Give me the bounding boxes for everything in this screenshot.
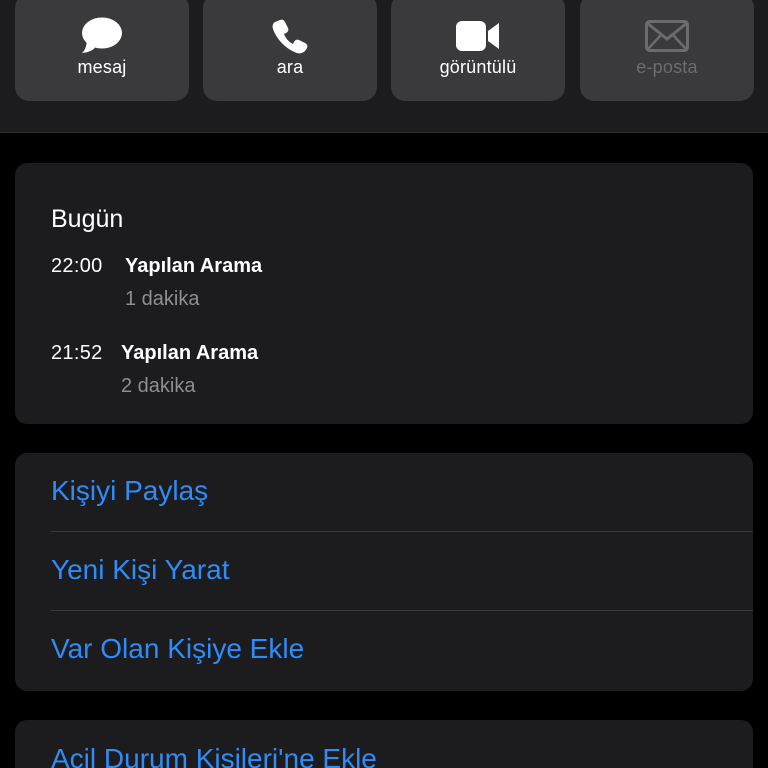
- phone-icon: [268, 16, 312, 56]
- call-history-card: Bugün 22:00 Yapılan Arama 1 dakika 21:52…: [15, 163, 753, 424]
- email-button[interactable]: e-posta: [580, 0, 754, 101]
- call-duration: 1 dakika: [125, 288, 200, 310]
- history-date-title: Bugün: [51, 205, 124, 233]
- add-to-emergency-contacts-label: Acil Durum Kişileri'ne Ekle: [51, 743, 377, 768]
- add-to-existing-contact-label: Var Olan Kişiye Ekle: [51, 633, 305, 664]
- call-time: 22:00: [51, 255, 103, 277]
- message-button[interactable]: mesaj: [15, 0, 189, 101]
- call-button[interactable]: ara: [203, 0, 377, 101]
- emergency-contacts-card[interactable]: Acil Durum Kişileri'ne Ekle: [15, 720, 753, 768]
- call-type: Yapılan Arama: [121, 342, 259, 364]
- share-contact-label: Kişiyi Paylaş: [51, 475, 209, 506]
- call-duration: 2 dakika: [121, 375, 196, 397]
- share-contact-row[interactable]: Kişiyi Paylaş: [15, 453, 753, 532]
- message-bubble-icon: [80, 16, 124, 56]
- create-new-contact-label: Yeni Kişi Yarat: [51, 554, 230, 585]
- create-new-contact-row[interactable]: Yeni Kişi Yarat: [15, 532, 753, 611]
- add-to-existing-contact-row[interactable]: Var Olan Kişiye Ekle: [15, 611, 753, 690]
- envelope-icon: [645, 16, 689, 56]
- call-type: Yapılan Arama: [125, 255, 263, 277]
- quick-action-bar: mesaj ara görüntülü e-posta: [0, 0, 768, 133]
- contact-detail-screen: mesaj ara görüntülü e-posta Bugün 22:00 …: [0, 0, 768, 768]
- video-camera-icon: [456, 16, 500, 56]
- call-button-label: ara: [276, 57, 304, 77]
- email-button-label: e-posta: [636, 57, 698, 77]
- call-history-row: 22:00 Yapılan Arama 1 dakika: [51, 255, 651, 325]
- video-button-label: görüntülü: [439, 57, 517, 77]
- contact-actions-card: Kişiyi Paylaş Yeni Kişi Yarat Var Olan K…: [15, 453, 753, 691]
- message-button-label: mesaj: [77, 57, 127, 77]
- call-time: 21:52: [51, 342, 103, 364]
- call-history-row: 21:52 Yapılan Arama 2 dakika: [51, 342, 651, 412]
- video-button[interactable]: görüntülü: [391, 0, 565, 101]
